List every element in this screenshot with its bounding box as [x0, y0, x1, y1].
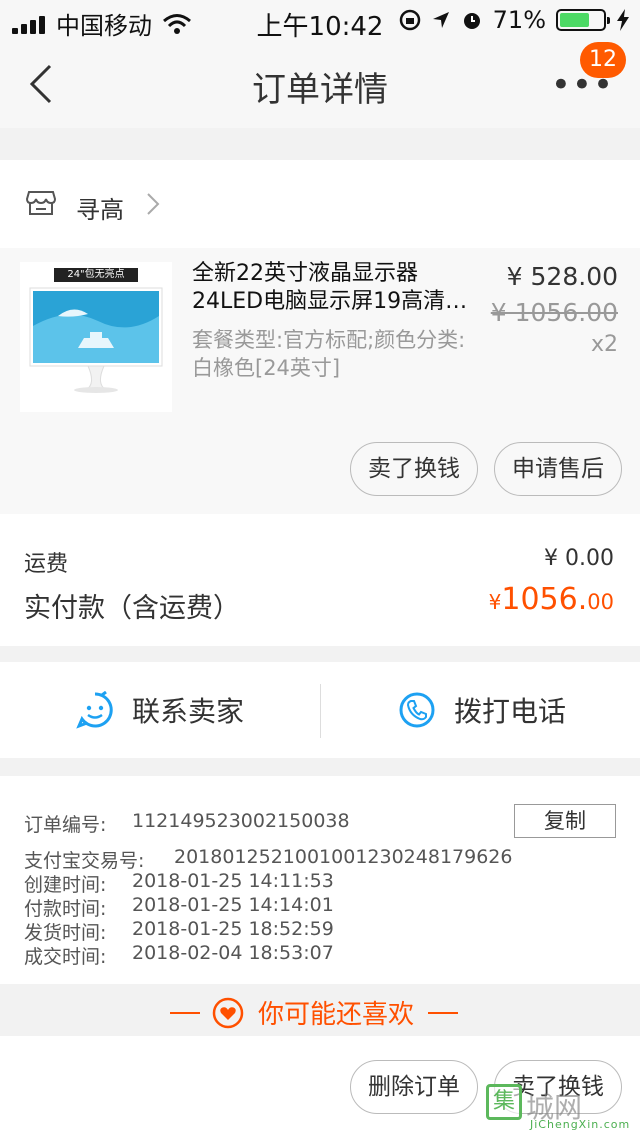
- watermark-sub: JiChengXin.com: [530, 1118, 631, 1131]
- monitor-image: [29, 287, 163, 393]
- orientation-lock-icon: [399, 9, 420, 31]
- paid-decimal: 00: [587, 590, 614, 614]
- paid-time-row: 付款时间: 2018-01-25 14:14:01: [24, 894, 334, 921]
- shipped-time-label: 发货时间:: [24, 922, 107, 944]
- charging-icon: [617, 9, 629, 31]
- right-dash: [428, 1011, 459, 1014]
- contact-seller-button[interactable]: 联系卖家: [76, 662, 244, 758]
- paid-integer: 1056.: [501, 582, 588, 617]
- product-title[interactable]: 全新22英寸液晶显示器24LED电脑显示屏19高清…: [192, 260, 482, 316]
- product-quantity: x2: [590, 332, 618, 357]
- battery-icon: [556, 9, 610, 31]
- watermark-box: 集: [486, 1084, 522, 1120]
- after-sales-button[interactable]: 申请售后: [494, 442, 622, 496]
- status-bar: 中国移动 上午10:42 71%: [0, 0, 640, 42]
- alipay-number-value: 2018012521001001230248179626: [174, 846, 513, 868]
- shipping-label: 运费: [24, 552, 69, 577]
- alipay-number-label: 支付宝交易号:: [24, 850, 145, 872]
- left-dash: [170, 1011, 200, 1014]
- product-original-price: ¥ 1056.00: [490, 298, 618, 327]
- nav-bar: 订单详情 ••• 12: [0, 40, 640, 128]
- page-title: 订单详情: [252, 70, 388, 110]
- thumbnail-tag: 24"包无亮点: [54, 268, 138, 282]
- shipping-value: ¥ 0.00: [544, 546, 614, 571]
- chevron-right-icon: [147, 193, 160, 215]
- call-phone-label: 拨打电话: [454, 695, 567, 728]
- product-price: ¥ 528.00: [506, 262, 618, 291]
- order-number-label: 订单编号:: [24, 814, 107, 836]
- shop-icon: [26, 191, 56, 215]
- contact-bar: 联系卖家 拨打电话: [0, 662, 640, 758]
- shop-name: 寻高: [76, 196, 124, 224]
- battery-percent: 71%: [492, 6, 546, 34]
- closed-time-value: 2018-02-04 18:53:07: [132, 942, 334, 964]
- notification-badge: 12: [580, 42, 626, 78]
- copy-button[interactable]: 复制: [514, 804, 616, 838]
- contact-seller-label: 联系卖家: [132, 695, 245, 728]
- heart-icon: [212, 997, 244, 1028]
- alarm-icon: [463, 13, 480, 29]
- paid-label: 实付款（含运费）: [24, 593, 240, 624]
- paid-currency: ¥: [488, 590, 502, 614]
- created-time-value: 2018-01-25 14:11:53: [132, 870, 334, 892]
- delete-order-button[interactable]: 删除订单: [350, 1060, 478, 1114]
- order-number-row: 订单编号: 112149523002150038: [24, 810, 350, 837]
- call-phone-button[interactable]: 拨打电话: [398, 662, 566, 758]
- chat-icon: [76, 691, 113, 729]
- created-time-row: 创建时间: 2018-01-25 14:11:53: [24, 870, 334, 897]
- recommend-header: 你可能还喜欢: [0, 984, 640, 1036]
- alipay-number-row: 支付宝交易号: 2018012521001001230248179626: [24, 846, 512, 873]
- watermark-logo: 集 城网 JiChengXin.com: [486, 1084, 636, 1134]
- order-info: 订单编号: 112149523002150038 复制 支付宝交易号: 2018…: [0, 776, 640, 984]
- recommend-label: 你可能还喜欢: [258, 1000, 415, 1030]
- shop-row[interactable]: 寻高: [0, 160, 640, 248]
- location-icon: [432, 12, 449, 28]
- paid-time-value: 2018-01-25 14:14:01: [132, 894, 334, 916]
- product-spec: 套餐类型:官方标配;颜色分类:白橡色[24英寸]: [192, 328, 466, 380]
- shipped-time-value: 2018-01-25 18:52:59: [132, 918, 334, 940]
- paid-amount: ¥1056.00: [489, 582, 614, 617]
- order-number-value: 112149523002150038: [132, 810, 350, 832]
- product-thumbnail[interactable]: 24"包无亮点: [20, 262, 172, 412]
- created-time-label: 创建时间:: [24, 874, 107, 896]
- phone-icon: [399, 692, 435, 728]
- product-card[interactable]: 24"包无亮点 全新22英寸液晶显示器24LED电脑显示屏19高清… 套餐类型:…: [0, 248, 640, 514]
- paid-time-label: 付款时间:: [24, 898, 107, 920]
- divider: [320, 684, 321, 738]
- fees-section: 运费 ¥ 0.00 实付款（含运费） ¥1056.00: [0, 514, 640, 646]
- shipped-time-row: 发货时间: 2018-01-25 18:52:59: [24, 918, 334, 945]
- more-menu-button[interactable]: •••: [551, 68, 614, 102]
- closed-time-label: 成交时间:: [24, 946, 107, 968]
- closed-time-row: 成交时间: 2018-02-04 18:53:07: [24, 942, 334, 969]
- sell-for-cash-button[interactable]: 卖了换钱: [350, 442, 478, 496]
